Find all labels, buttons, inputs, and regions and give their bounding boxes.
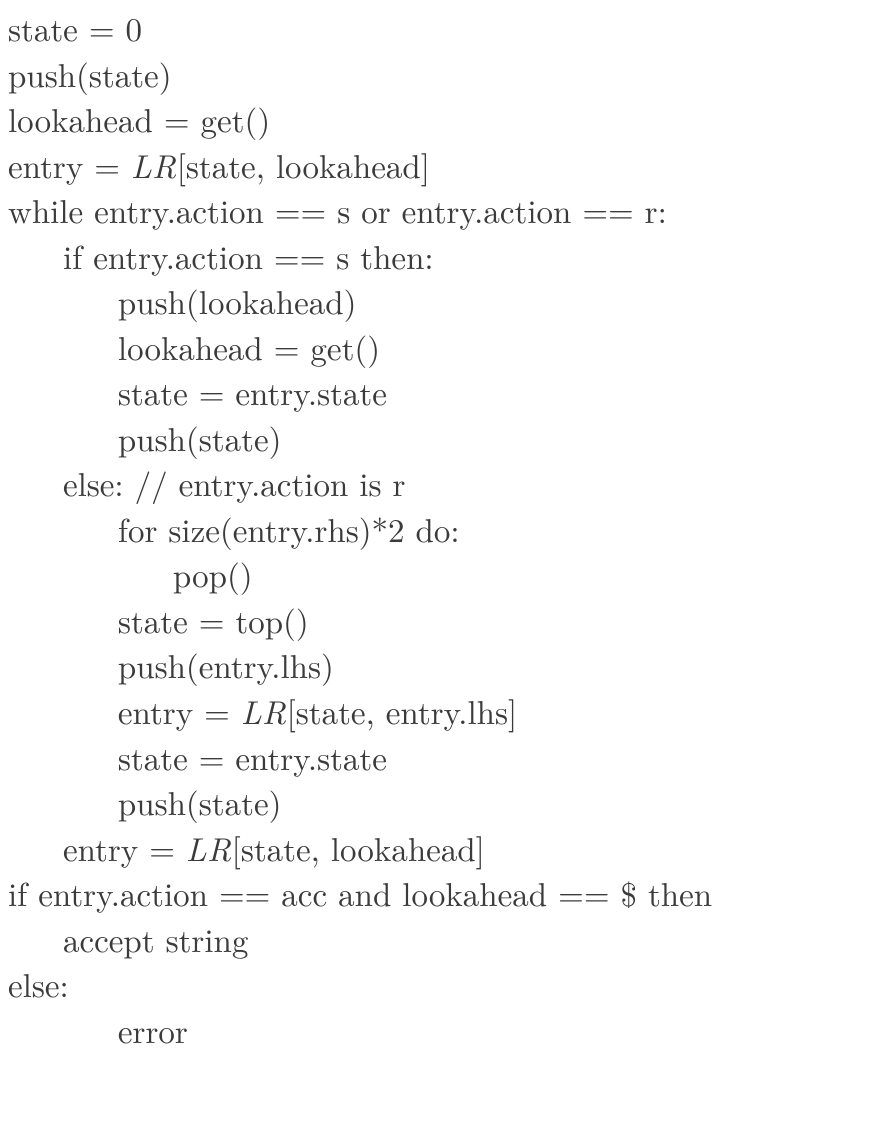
- code-line: accept string: [8, 916, 875, 962]
- code-text: error: [118, 1006, 188, 1053]
- code-text: lookahead = get(): [8, 95, 270, 142]
- code-line: lookahead = get(): [8, 96, 875, 142]
- code-text: push(entry.lhs): [118, 641, 334, 688]
- code-text: [state, entry.lhs]: [287, 687, 518, 734]
- indent: [8, 232, 63, 279]
- code-text: else:: [8, 960, 69, 1007]
- code-line: state = top(): [8, 597, 875, 643]
- code-text: accept string: [63, 915, 248, 962]
- code-text: push(state): [118, 414, 282, 461]
- code-text: state = entry.state: [118, 733, 387, 780]
- code-text: if entry.action == s then:: [63, 232, 434, 279]
- code-line: entry = LR[state, entry.lhs]: [8, 688, 875, 734]
- code-text: entry =: [118, 687, 241, 734]
- indent: [8, 1006, 118, 1053]
- code-line: entry = LR[state, lookahead]: [8, 825, 875, 871]
- indent: [8, 687, 118, 734]
- code-line: push(entry.lhs): [8, 642, 875, 688]
- code-text: pop(): [173, 550, 253, 597]
- code-text: entry =: [63, 824, 186, 871]
- indent: [8, 778, 118, 825]
- indent: [8, 733, 118, 780]
- code-text: entry =: [8, 141, 131, 188]
- indent: [8, 323, 118, 370]
- code-text: push(state): [118, 778, 282, 825]
- code-line: state = entry.state: [8, 369, 875, 415]
- indent: [8, 596, 118, 643]
- indent: [8, 277, 118, 324]
- indent: [8, 641, 118, 688]
- italic-token: LR: [186, 824, 232, 871]
- code-text: if entry.action == acc and lookahead == …: [8, 869, 712, 916]
- pseudocode-block: state = 0push(state)lookahead = get()ent…: [8, 5, 875, 1052]
- indent: [8, 459, 63, 506]
- code-text: else: // entry.action is r: [63, 459, 405, 506]
- code-line: else: // entry.action is r: [8, 460, 875, 506]
- code-text: state = 0: [8, 4, 142, 51]
- code-line: else:: [8, 961, 875, 1007]
- code-line: state = 0: [8, 5, 875, 51]
- indent: [8, 505, 118, 552]
- code-line: state = entry.state: [8, 734, 875, 780]
- indent: [8, 550, 173, 597]
- indent: [8, 414, 118, 461]
- code-line: error: [8, 1007, 875, 1053]
- italic-token: LR: [131, 141, 177, 188]
- code-text: state = entry.state: [118, 368, 387, 415]
- indent: [8, 368, 118, 415]
- code-text: for size(entry.rhs)*2 do:: [118, 505, 460, 552]
- code-line: push(state): [8, 415, 875, 461]
- code-line: push(state): [8, 51, 875, 97]
- code-text: while entry.action == s or entry.action …: [8, 186, 667, 233]
- code-line: lookahead = get(): [8, 324, 875, 370]
- code-line: entry = LR[state, lookahead]: [8, 142, 875, 188]
- code-line: if entry.action == s then:: [8, 233, 875, 279]
- code-text: [state, lookahead]: [177, 141, 430, 188]
- code-text: push(state): [8, 50, 172, 97]
- italic-token: LR: [241, 687, 287, 734]
- code-line: if entry.action == acc and lookahead == …: [8, 870, 875, 916]
- code-text: [state, lookahead]: [232, 824, 485, 871]
- code-text: lookahead = get(): [118, 323, 380, 370]
- code-line: push(state): [8, 779, 875, 825]
- code-text: state = top(): [118, 596, 309, 643]
- code-line: while entry.action == s or entry.action …: [8, 187, 875, 233]
- code-line: for size(entry.rhs)*2 do:: [8, 506, 875, 552]
- code-line: pop(): [8, 551, 875, 597]
- code-line: push(lookahead): [8, 278, 875, 324]
- indent: [8, 824, 63, 871]
- code-text: push(lookahead): [118, 277, 357, 324]
- indent: [8, 915, 63, 962]
